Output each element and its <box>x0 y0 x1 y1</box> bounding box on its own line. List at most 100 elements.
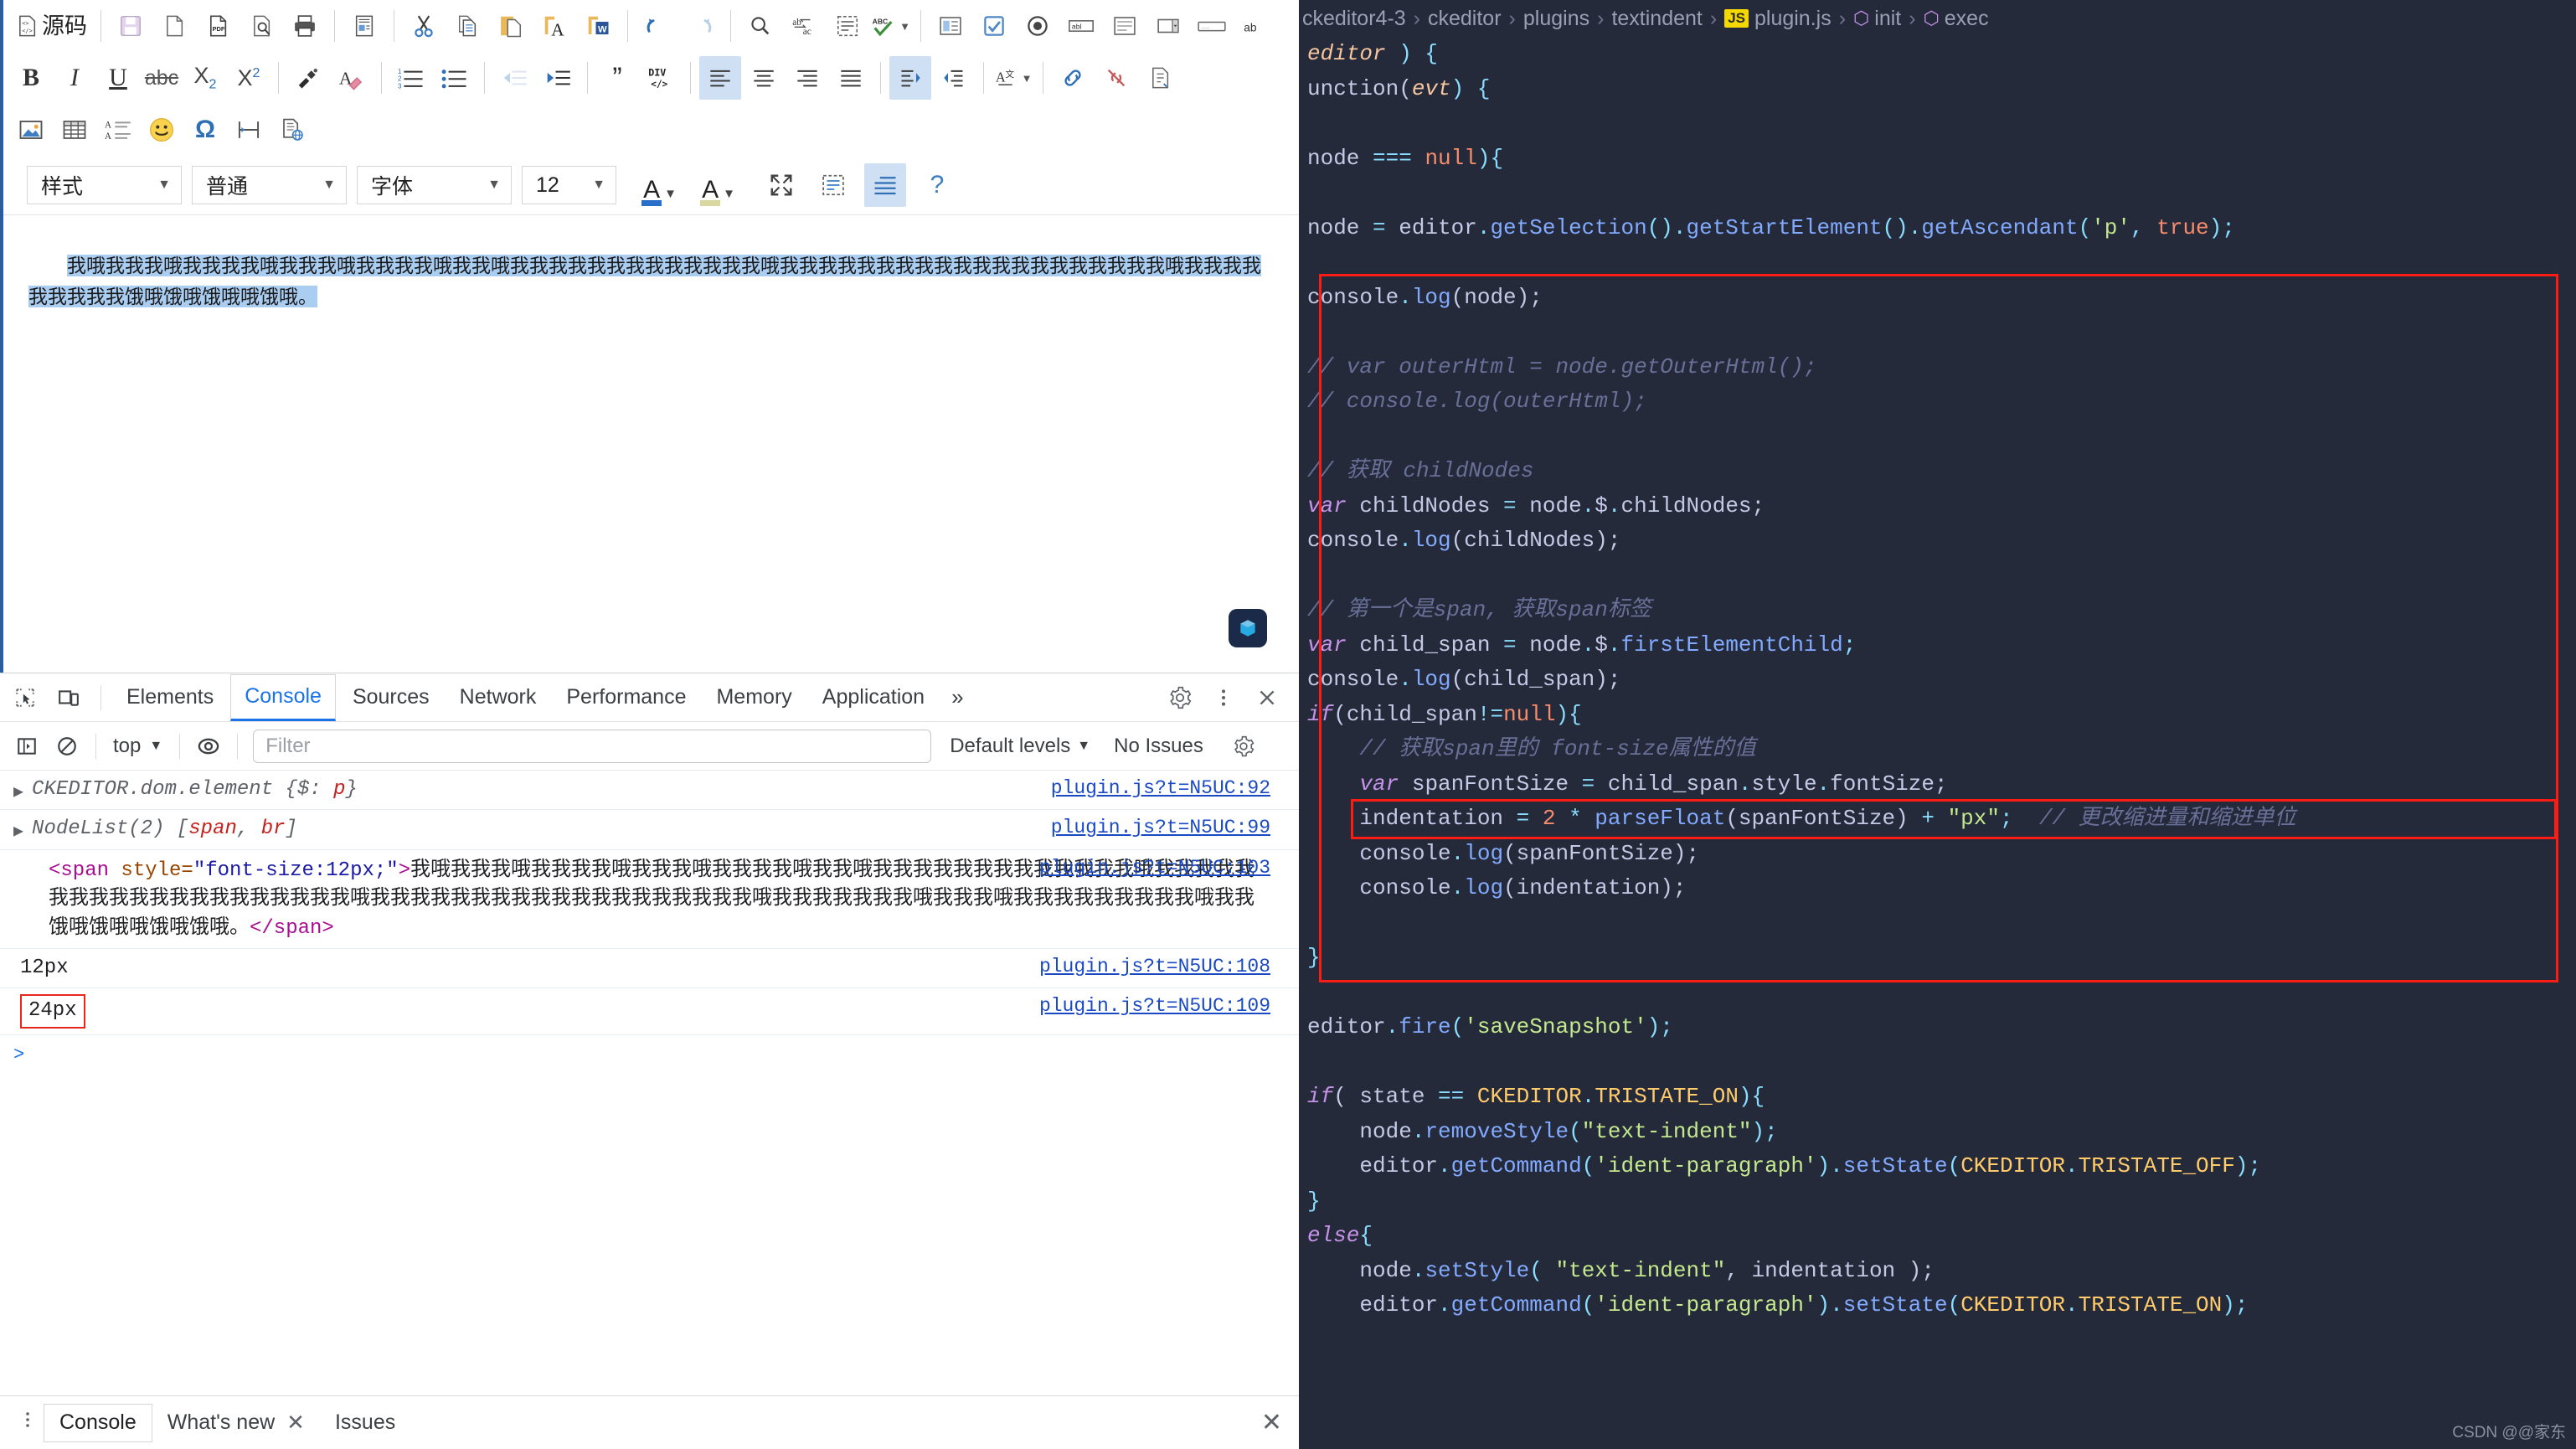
smiley-icon[interactable] <box>141 108 183 152</box>
pdf-icon[interactable]: PDF <box>197 4 239 48</box>
drawer-tab-console[interactable]: Console <box>44 1404 152 1442</box>
redo-icon[interactable] <box>680 4 722 48</box>
code-line[interactable] <box>1307 976 2576 1011</box>
code-line[interactable]: // 获取span里的 font-size属性的值 <box>1307 732 2576 767</box>
remove-format-icon[interactable]: A <box>331 56 373 100</box>
console-row-object[interactable]: ▶ CKEDITOR.dom.element {$: p} plugin.js?… <box>0 771 1299 810</box>
blockquote-icon[interactable]: ” <box>596 56 638 100</box>
inspect-element-icon[interactable] <box>5 679 45 716</box>
breadcrumb-item-2[interactable]: plugins <box>1523 7 1589 31</box>
code-line[interactable] <box>1307 906 2576 941</box>
code-line[interactable] <box>1307 106 2576 142</box>
code-content[interactable]: editor ) {unction(evt) { node === null){… <box>1299 37 2576 1323</box>
paste-text-icon[interactable]: A <box>533 4 575 48</box>
justify-icon[interactable] <box>830 56 872 100</box>
textfield-icon[interactable]: abl <box>1060 4 1102 48</box>
anchor-icon[interactable] <box>1139 56 1181 100</box>
link-icon[interactable] <box>1052 56 1094 100</box>
tab-console[interactable]: Console <box>230 674 336 721</box>
code-line[interactable]: // console.log(outerHtml); <box>1307 384 2576 420</box>
bold-icon[interactable]: B <box>10 56 52 100</box>
code-line[interactable] <box>1307 420 2576 455</box>
breadcrumb-item-0[interactable]: ckeditor4-3 <box>1302 7 1406 31</box>
expand-arrow-icon[interactable]: ▶ <box>13 820 23 842</box>
align-left-icon[interactable] <box>699 56 741 100</box>
language-icon[interactable]: A文 ▼ <box>992 56 1034 100</box>
code-line[interactable] <box>1307 245 2576 281</box>
execution-context-select[interactable]: top ▼ <box>105 735 171 758</box>
rtl-icon[interactable] <box>933 56 975 100</box>
code-line[interactable]: node.setStyle( "text-indent", indentatio… <box>1307 1254 2576 1289</box>
tab-application[interactable]: Application <box>809 674 938 721</box>
tab-sources[interactable]: Sources <box>339 674 443 721</box>
code-line[interactable]: node = editor.getSelection().getStartEle… <box>1307 211 2576 246</box>
format-select[interactable]: 普通 ▼ <box>192 166 347 204</box>
cut-icon[interactable] <box>403 4 445 48</box>
spellcheck-icon[interactable]: ABC ▼ <box>870 4 912 48</box>
code-line[interactable]: unction(evt) { <box>1307 72 2576 107</box>
paragraph-indent-icon[interactable] <box>864 163 906 207</box>
unlink-icon[interactable] <box>1095 56 1137 100</box>
code-line[interactable]: node.removeStyle("text-indent"); <box>1307 1115 2576 1150</box>
superscript-icon[interactable]: X2 <box>228 56 270 100</box>
code-line[interactable]: var spanFontSize = child_span.style.font… <box>1307 767 2576 802</box>
log-level-select[interactable]: Default levels ▼ <box>950 735 1090 758</box>
ltr-icon[interactable] <box>889 56 931 100</box>
code-line[interactable] <box>1307 1045 2576 1080</box>
console-sidebar-toggle-icon[interactable] <box>7 728 47 765</box>
console-prompt-row[interactable]: > <box>0 1035 1299 1072</box>
code-line[interactable]: editor.getCommand('ident-paragraph').set… <box>1307 1149 2576 1184</box>
table-icon[interactable] <box>54 108 95 152</box>
code-line[interactable]: console.log(child_span); <box>1307 663 2576 698</box>
editor-paragraph[interactable]: 我哦我我我哦我我我我哦我我我哦我我我我哦我我哦我我我我我我我我我我我我我哦我我我… <box>28 250 1274 313</box>
tab-memory[interactable]: Memory <box>703 674 805 721</box>
text-color-icon[interactable]: A ▼ <box>635 164 683 206</box>
paste-word-icon[interactable]: W <box>577 4 619 48</box>
special-char-icon[interactable]: Ω <box>184 108 226 152</box>
paste-icon[interactable] <box>490 4 532 48</box>
console-source-link[interactable]: plugin.js?t=N5UC:108 <box>1039 956 1270 977</box>
italic-icon[interactable]: I <box>54 56 95 100</box>
strikethrough-icon[interactable]: abc <box>141 56 183 100</box>
console-filter-input[interactable] <box>253 730 931 763</box>
tab-performance[interactable]: Performance <box>553 674 699 721</box>
print-icon[interactable] <box>284 4 326 48</box>
code-line[interactable]: if(child_span!=null){ <box>1307 698 2576 733</box>
code-line[interactable]: console.log(childNodes); <box>1307 523 2576 559</box>
bg-color-icon[interactable]: A ▼ <box>693 164 742 206</box>
image-button-icon[interactable]: ab <box>1234 4 1276 48</box>
console-row-12px[interactable]: 12px plugin.js?t=N5UC:108 <box>0 949 1299 988</box>
horizontal-rule-icon[interactable] <box>228 108 270 152</box>
show-blocks-icon[interactable] <box>812 163 854 207</box>
iframe-icon[interactable] <box>271 108 313 152</box>
clear-console-icon[interactable] <box>47 728 87 765</box>
fontsize-select[interactable]: 12 ▼ <box>522 166 616 204</box>
console-source-link[interactable]: plugin.js?t=N5UC:109 <box>1039 995 1270 1017</box>
select-all-icon[interactable] <box>827 4 868 48</box>
checkbox-icon[interactable] <box>973 4 1015 48</box>
code-line[interactable]: } <box>1307 1184 2576 1220</box>
breadcrumb-item-1[interactable]: ckeditor <box>1428 7 1502 31</box>
textarea-icon[interactable] <box>1104 4 1146 48</box>
drawer-kebab-menu-icon[interactable] <box>12 1410 44 1436</box>
help-icon[interactable]: ? <box>916 163 958 207</box>
code-line[interactable]: // 第一个是span, 获取span标签 <box>1307 593 2576 628</box>
new-page-icon[interactable] <box>153 4 195 48</box>
breadcrumb-item-6[interactable]: exec <box>1945 7 1989 31</box>
bulleted-list-icon[interactable] <box>434 56 476 100</box>
page-break-icon[interactable]: AA <box>97 108 139 152</box>
align-right-icon[interactable] <box>786 56 828 100</box>
code-line[interactable] <box>1307 315 2576 350</box>
save-icon[interactable] <box>110 4 152 48</box>
code-line[interactable]: // var outerHtml = node.getOuterHtml(); <box>1307 350 2576 385</box>
numbered-list-icon[interactable]: 123 <box>390 56 432 100</box>
code-line[interactable]: } <box>1307 941 2576 976</box>
indent-icon[interactable] <box>537 56 579 100</box>
console-row-24px[interactable]: 24px plugin.js?t=N5UC:109 <box>0 988 1299 1034</box>
code-line[interactable]: console.log(node); <box>1307 281 2576 316</box>
devtools-close-icon[interactable] <box>1247 679 1287 716</box>
code-line[interactable]: editor.getCommand('ident-paragraph').set… <box>1307 1288 2576 1323</box>
code-line[interactable]: console.log(indentation); <box>1307 871 2576 906</box>
select-field-icon[interactable] <box>1147 4 1189 48</box>
tab-network[interactable]: Network <box>446 674 550 721</box>
